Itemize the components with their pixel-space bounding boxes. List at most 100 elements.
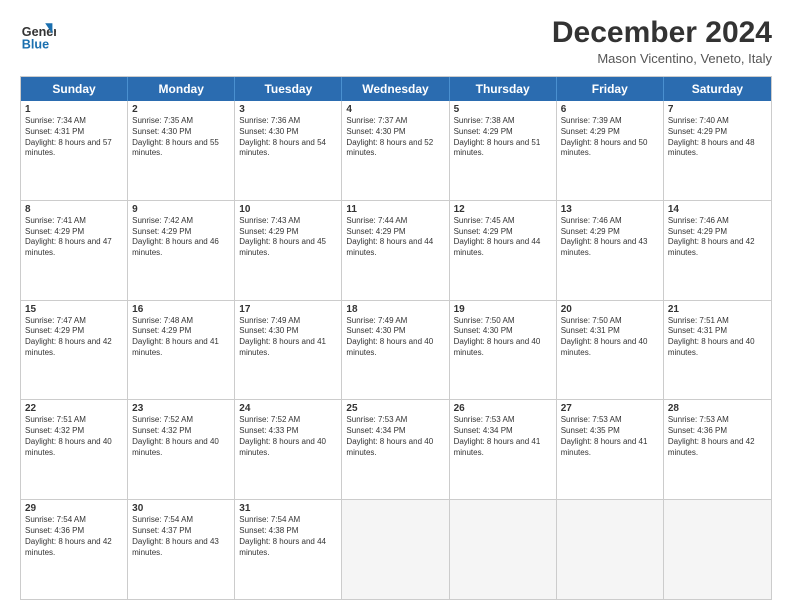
table-row — [342, 500, 449, 599]
day-info: Sunrise: 7:40 AMSunset: 4:29 PMDaylight:… — [668, 116, 767, 159]
day-number: 25 — [346, 403, 444, 414]
day-header-sunday: Sunday — [21, 77, 128, 101]
day-header-saturday: Saturday — [664, 77, 771, 101]
title-block: December 2024 Mason Vicentino, Veneto, I… — [552, 16, 772, 66]
table-row — [557, 500, 664, 599]
day-header-friday: Friday — [557, 77, 664, 101]
day-info: Sunrise: 7:49 AMSunset: 4:30 PMDaylight:… — [346, 316, 444, 359]
day-number: 9 — [132, 204, 230, 215]
header: General Blue December 2024 Mason Vicenti… — [20, 16, 772, 66]
day-info: Sunrise: 7:49 AMSunset: 4:30 PMDaylight:… — [239, 316, 337, 359]
table-row: 7Sunrise: 7:40 AMSunset: 4:29 PMDaylight… — [664, 101, 771, 200]
day-info: Sunrise: 7:50 AMSunset: 4:30 PMDaylight:… — [454, 316, 552, 359]
table-row: 11Sunrise: 7:44 AMSunset: 4:29 PMDayligh… — [342, 201, 449, 300]
day-number: 10 — [239, 204, 337, 215]
logo: General Blue — [20, 16, 56, 52]
table-row: 5Sunrise: 7:38 AMSunset: 4:29 PMDaylight… — [450, 101, 557, 200]
day-header-wednesday: Wednesday — [342, 77, 449, 101]
day-number: 15 — [25, 304, 123, 315]
table-row: 28Sunrise: 7:53 AMSunset: 4:36 PMDayligh… — [664, 400, 771, 499]
day-info: Sunrise: 7:54 AMSunset: 4:38 PMDaylight:… — [239, 515, 337, 558]
day-number: 19 — [454, 304, 552, 315]
day-number: 5 — [454, 104, 552, 115]
table-row: 13Sunrise: 7:46 AMSunset: 4:29 PMDayligh… — [557, 201, 664, 300]
month-title: December 2024 — [552, 16, 772, 49]
table-row: 21Sunrise: 7:51 AMSunset: 4:31 PMDayligh… — [664, 301, 771, 400]
table-row: 16Sunrise: 7:48 AMSunset: 4:29 PMDayligh… — [128, 301, 235, 400]
table-row: 22Sunrise: 7:51 AMSunset: 4:32 PMDayligh… — [21, 400, 128, 499]
table-row: 27Sunrise: 7:53 AMSunset: 4:35 PMDayligh… — [557, 400, 664, 499]
day-info: Sunrise: 7:35 AMSunset: 4:30 PMDaylight:… — [132, 116, 230, 159]
week-row-1: 1Sunrise: 7:34 AMSunset: 4:31 PMDaylight… — [21, 101, 771, 201]
table-row: 12Sunrise: 7:45 AMSunset: 4:29 PMDayligh… — [450, 201, 557, 300]
day-number: 6 — [561, 104, 659, 115]
day-number: 22 — [25, 403, 123, 414]
table-row: 6Sunrise: 7:39 AMSunset: 4:29 PMDaylight… — [557, 101, 664, 200]
table-row: 8Sunrise: 7:41 AMSunset: 4:29 PMDaylight… — [21, 201, 128, 300]
day-number: 1 — [25, 104, 123, 115]
day-info: Sunrise: 7:42 AMSunset: 4:29 PMDaylight:… — [132, 216, 230, 259]
day-number: 30 — [132, 503, 230, 514]
day-number: 8 — [25, 204, 123, 215]
day-number: 24 — [239, 403, 337, 414]
day-number: 28 — [668, 403, 767, 414]
day-number: 17 — [239, 304, 337, 315]
table-row: 31Sunrise: 7:54 AMSunset: 4:38 PMDayligh… — [235, 500, 342, 599]
day-info: Sunrise: 7:52 AMSunset: 4:33 PMDaylight:… — [239, 415, 337, 458]
table-row: 25Sunrise: 7:53 AMSunset: 4:34 PMDayligh… — [342, 400, 449, 499]
table-row: 24Sunrise: 7:52 AMSunset: 4:33 PMDayligh… — [235, 400, 342, 499]
day-number: 26 — [454, 403, 552, 414]
day-number: 12 — [454, 204, 552, 215]
day-info: Sunrise: 7:46 AMSunset: 4:29 PMDaylight:… — [668, 216, 767, 259]
day-number: 16 — [132, 304, 230, 315]
table-row: 26Sunrise: 7:53 AMSunset: 4:34 PMDayligh… — [450, 400, 557, 499]
day-info: Sunrise: 7:34 AMSunset: 4:31 PMDaylight:… — [25, 116, 123, 159]
day-number: 23 — [132, 403, 230, 414]
table-row — [664, 500, 771, 599]
day-info: Sunrise: 7:45 AMSunset: 4:29 PMDaylight:… — [454, 216, 552, 259]
day-number: 29 — [25, 503, 123, 514]
day-info: Sunrise: 7:50 AMSunset: 4:31 PMDaylight:… — [561, 316, 659, 359]
table-row: 9Sunrise: 7:42 AMSunset: 4:29 PMDaylight… — [128, 201, 235, 300]
day-info: Sunrise: 7:53 AMSunset: 4:34 PMDaylight:… — [346, 415, 444, 458]
table-row: 3Sunrise: 7:36 AMSunset: 4:30 PMDaylight… — [235, 101, 342, 200]
day-info: Sunrise: 7:51 AMSunset: 4:32 PMDaylight:… — [25, 415, 123, 458]
week-row-4: 22Sunrise: 7:51 AMSunset: 4:32 PMDayligh… — [21, 400, 771, 500]
day-header-thursday: Thursday — [450, 77, 557, 101]
day-number: 2 — [132, 104, 230, 115]
table-row: 10Sunrise: 7:43 AMSunset: 4:29 PMDayligh… — [235, 201, 342, 300]
day-info: Sunrise: 7:46 AMSunset: 4:29 PMDaylight:… — [561, 216, 659, 259]
calendar: SundayMondayTuesdayWednesdayThursdayFrid… — [20, 76, 772, 600]
day-info: Sunrise: 7:41 AMSunset: 4:29 PMDaylight:… — [25, 216, 123, 259]
day-info: Sunrise: 7:53 AMSunset: 4:34 PMDaylight:… — [454, 415, 552, 458]
table-row: 29Sunrise: 7:54 AMSunset: 4:36 PMDayligh… — [21, 500, 128, 599]
day-info: Sunrise: 7:43 AMSunset: 4:29 PMDaylight:… — [239, 216, 337, 259]
table-row: 23Sunrise: 7:52 AMSunset: 4:32 PMDayligh… — [128, 400, 235, 499]
table-row — [450, 500, 557, 599]
day-info: Sunrise: 7:53 AMSunset: 4:36 PMDaylight:… — [668, 415, 767, 458]
day-info: Sunrise: 7:36 AMSunset: 4:30 PMDaylight:… — [239, 116, 337, 159]
day-number: 20 — [561, 304, 659, 315]
table-row: 1Sunrise: 7:34 AMSunset: 4:31 PMDaylight… — [21, 101, 128, 200]
day-number: 21 — [668, 304, 767, 315]
day-info: Sunrise: 7:54 AMSunset: 4:37 PMDaylight:… — [132, 515, 230, 558]
day-number: 3 — [239, 104, 337, 115]
table-row: 18Sunrise: 7:49 AMSunset: 4:30 PMDayligh… — [342, 301, 449, 400]
day-number: 18 — [346, 304, 444, 315]
day-info: Sunrise: 7:48 AMSunset: 4:29 PMDaylight:… — [132, 316, 230, 359]
day-number: 14 — [668, 204, 767, 215]
location: Mason Vicentino, Veneto, Italy — [552, 51, 772, 66]
day-number: 7 — [668, 104, 767, 115]
day-info: Sunrise: 7:54 AMSunset: 4:36 PMDaylight:… — [25, 515, 123, 558]
day-number: 11 — [346, 204, 444, 215]
day-info: Sunrise: 7:37 AMSunset: 4:30 PMDaylight:… — [346, 116, 444, 159]
day-info: Sunrise: 7:47 AMSunset: 4:29 PMDaylight:… — [25, 316, 123, 359]
svg-text:Blue: Blue — [22, 37, 49, 51]
table-row: 2Sunrise: 7:35 AMSunset: 4:30 PMDaylight… — [128, 101, 235, 200]
week-row-3: 15Sunrise: 7:47 AMSunset: 4:29 PMDayligh… — [21, 301, 771, 401]
day-number: 27 — [561, 403, 659, 414]
week-row-5: 29Sunrise: 7:54 AMSunset: 4:36 PMDayligh… — [21, 500, 771, 599]
day-header-monday: Monday — [128, 77, 235, 101]
day-header-tuesday: Tuesday — [235, 77, 342, 101]
table-row: 4Sunrise: 7:37 AMSunset: 4:30 PMDaylight… — [342, 101, 449, 200]
